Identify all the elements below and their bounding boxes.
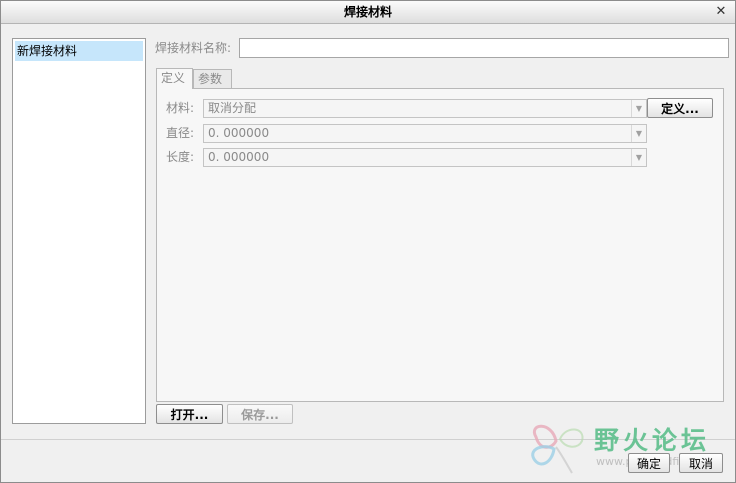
definition-panel: 材料: 取消分配 ▼ 定义... 直径: 0. 000000 ▼ 长度: 0. … (156, 88, 724, 402)
diameter-value: 0. 000000 (208, 126, 270, 140)
tab-parameters[interactable]: 参数 (193, 69, 232, 88)
length-value: 0. 000000 (208, 150, 270, 164)
material-select[interactable]: 取消分配 ▼ (203, 99, 647, 118)
dialog-title: 焊接材料 (343, 5, 392, 19)
material-select-value: 取消分配 (208, 101, 257, 115)
open-button[interactable]: 打开... (156, 404, 223, 424)
footer-divider (1, 439, 735, 440)
diameter-select[interactable]: 0. 000000 ▼ (203, 124, 647, 143)
material-list: 新焊接材料 (12, 38, 146, 424)
length-label: 长度: (166, 150, 195, 164)
chevron-down-icon[interactable]: ▼ (631, 125, 646, 142)
chevron-down-icon[interactable]: ▼ (631, 100, 646, 117)
material-name-label: 焊接材料名称: (155, 41, 232, 55)
save-button[interactable]: 保存... (227, 404, 293, 424)
chevron-down-icon[interactable]: ▼ (631, 149, 646, 166)
welding-material-dialog: 焊接材料 ✕ 新焊接材料 焊接材料名称: 定义 参数 材料: 取消分配 ▼ 定义… (0, 0, 736, 483)
butterfly-icon (531, 424, 584, 474)
ok-button[interactable]: 确定 (628, 453, 670, 473)
diameter-label: 直径: (166, 126, 195, 140)
length-select[interactable]: 0. 000000 ▼ (203, 148, 647, 167)
define-material-button[interactable]: 定义... (647, 98, 713, 118)
title-bar: 焊接材料 ✕ (1, 1, 735, 24)
close-icon[interactable]: ✕ (713, 2, 729, 22)
material-name-input[interactable] (239, 38, 729, 58)
cancel-button[interactable]: 取消 (679, 453, 723, 473)
tab-definition[interactable]: 定义 (156, 68, 193, 89)
list-item-new-welding-material[interactable]: 新焊接材料 (15, 41, 143, 61)
material-label: 材料: (166, 101, 195, 115)
